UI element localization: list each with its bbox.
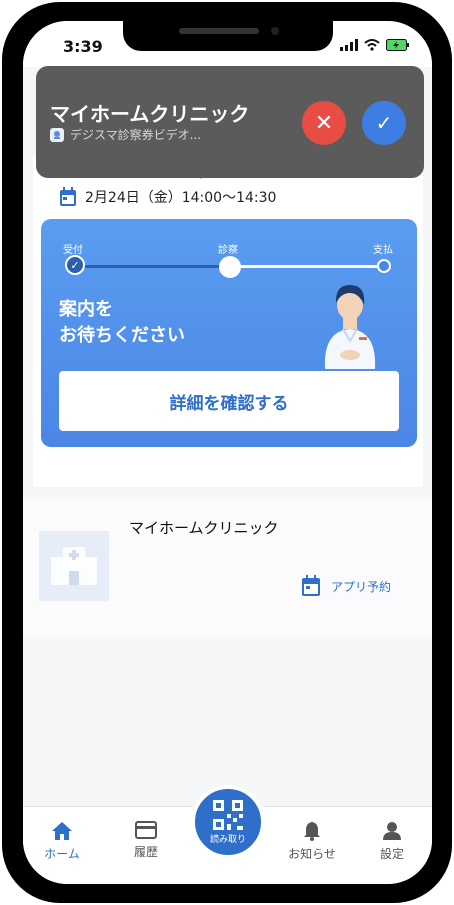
wifi-icon [364, 39, 380, 51]
tab-home[interactable]: ホーム [27, 821, 97, 862]
banner-subtitle: デジスマ診察券ビデオ... [70, 128, 202, 142]
reservation-card: マイホームクリニック 2月24日（金）14:00〜14:30 受付 診察 支払 … [33, 157, 423, 487]
clinic-thumbnail [39, 531, 109, 601]
hospital-icon [51, 547, 97, 585]
tab-notifications[interactable]: お知らせ [277, 821, 347, 862]
speaker [179, 28, 259, 34]
scan-label: 読み取り [209, 834, 246, 845]
step-label-reception: 受付 [63, 245, 83, 256]
step-current-marker [219, 256, 241, 278]
reject-call-button[interactable]: ✕ [302, 101, 346, 145]
app-booking-label: アプリ予約 [331, 579, 392, 594]
main-content: マイホームクリニック 2月24日（金）14:00〜14:30 受付 診察 支払 … [23, 67, 432, 807]
phone-frame: 3:39 マイホームクリニック 2月24日（金）14:00〜14:30 受付 [2, 2, 452, 903]
app-icon [50, 127, 64, 142]
status-bar: 3:39 [23, 21, 432, 67]
step-pending-marker [377, 259, 391, 273]
check-icon: ✓ [375, 111, 393, 135]
step-label-consultation: 診察 [218, 245, 238, 256]
detail-button[interactable]: 詳細を確認する [59, 371, 399, 431]
banner-title: マイホームクリニック [50, 102, 250, 126]
status-time: 3:39 [63, 37, 103, 56]
tab-history[interactable]: 履歴 [111, 821, 181, 860]
banner-subtitle-row: デジスマ診察券ビデオ... [50, 126, 201, 143]
bottom-tab-bar: ホーム 履歴 読み取り お知らせ 設定 [23, 785, 432, 884]
scan-button[interactable]: 読み取り [191, 785, 265, 859]
incoming-call-banner[interactable]: マイホームクリニック デジスマ診察券ビデオ... ✕ ✓ [36, 66, 424, 178]
tab-notifications-label: お知らせ [288, 847, 336, 861]
status-message: 案内を お待ちください [59, 299, 185, 346]
home-icon [52, 822, 72, 840]
progress-track-remaining [229, 265, 385, 268]
reservation-date-row: 2月24日（金）14:00〜14:30 [59, 187, 276, 207]
app-booking-link[interactable]: アプリ予約 [301, 575, 391, 597]
calendar-icon [302, 575, 320, 596]
accept-call-button[interactable]: ✓ [362, 101, 406, 145]
progress-panel: 受付 診察 支払 ✓ 案内を お待ちください 詳細を確認する [41, 219, 417, 447]
nurse-illustration [324, 285, 376, 369]
calendar-icon [60, 187, 76, 206]
progress-track-done [74, 265, 229, 268]
bell-icon [304, 822, 320, 841]
person-icon [383, 822, 401, 840]
status-icons [340, 39, 410, 51]
qr-code-icon [213, 799, 243, 830]
tab-history-label: 履歴 [133, 845, 158, 859]
clinic-card-name: マイホームクリニック [129, 519, 279, 537]
card-icon [135, 821, 157, 839]
tab-settings-label: 設定 [379, 847, 404, 861]
step-label-payment: 支払 [373, 245, 393, 256]
tab-home-label: ホーム [44, 847, 80, 861]
camera [271, 27, 279, 35]
notch [123, 21, 333, 51]
tab-settings[interactable]: 設定 [357, 821, 427, 862]
app-screen: 3:39 マイホームクリニック 2月24日（金）14:00〜14:30 受付 [23, 21, 432, 884]
clinic-card[interactable]: マイホームクリニック アプリ予約 [23, 497, 432, 637]
step-done-check-icon: ✓ [65, 255, 85, 275]
close-icon: ✕ [314, 110, 334, 136]
battery-icon [386, 39, 409, 51]
reservation-datetime: 2月24日（金）14:00〜14:30 [85, 190, 277, 206]
signal-icon [340, 39, 358, 51]
